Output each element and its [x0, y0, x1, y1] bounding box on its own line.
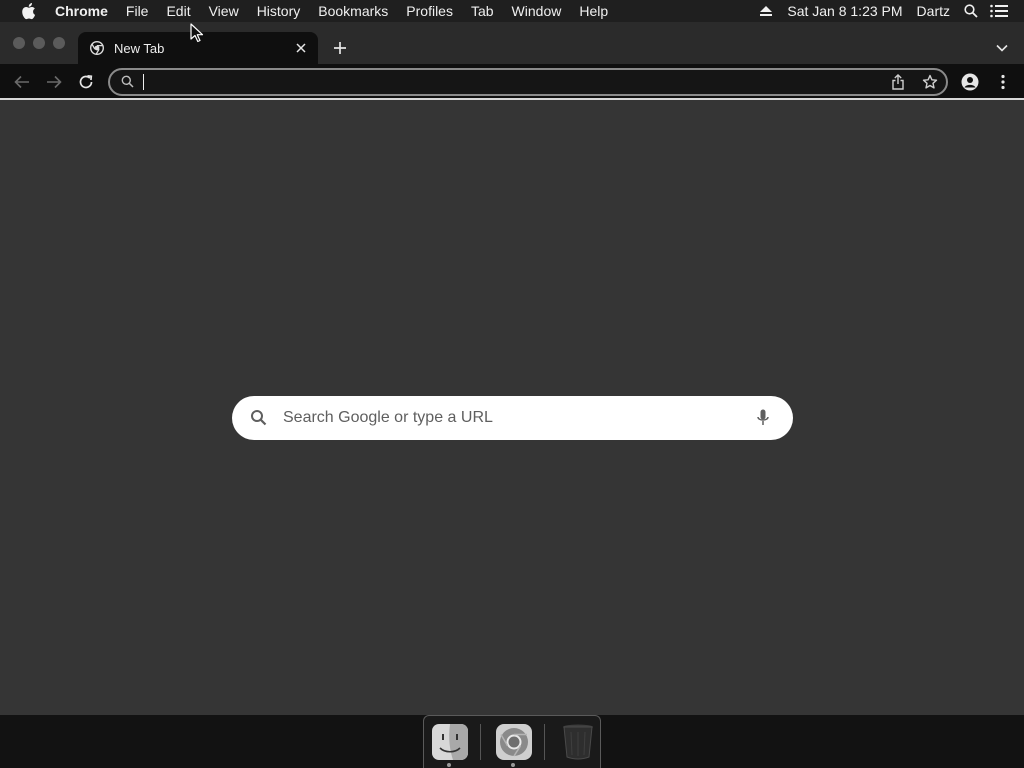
eject-icon[interactable]	[755, 0, 777, 22]
tab-title: New Tab	[114, 40, 165, 56]
chevron-down-icon[interactable]	[994, 40, 1010, 56]
window-minimize-button[interactable]	[33, 37, 45, 49]
search-placeholder: Search Google or type a URL	[283, 409, 493, 426]
tab-strip: New Tab	[0, 22, 1024, 64]
menubar-clock[interactable]: Sat Jan 8 1:23 PM	[780, 0, 909, 22]
close-icon[interactable]	[293, 40, 309, 56]
dock-separator	[544, 724, 545, 760]
text-cursor	[143, 74, 144, 90]
menu-edit[interactable]: Edit	[157, 0, 199, 22]
search-icon	[121, 75, 135, 89]
finder-icon	[432, 724, 468, 760]
new-tab-page: Search Google or type a URL	[0, 102, 1024, 715]
menubar-user[interactable]: Dartz	[910, 0, 957, 22]
menu-app-chrome[interactable]: Chrome	[46, 0, 117, 22]
apple-icon[interactable]	[19, 2, 37, 20]
window-zoom-button[interactable]	[53, 37, 65, 49]
window-close-button[interactable]	[13, 37, 25, 49]
menu-help[interactable]: Help	[570, 0, 617, 22]
macos-menu-bar: Chrome File Edit View History Bookmarks …	[0, 0, 1024, 22]
menu-view[interactable]: View	[200, 0, 248, 22]
back-arrow-icon[interactable]	[12, 72, 32, 92]
more-menu-icon[interactable]	[993, 72, 1013, 92]
chrome-window: New Tab Search Google or type a URL	[0, 22, 1024, 715]
search-icon	[250, 409, 268, 427]
macos-dock	[423, 715, 601, 768]
menu-tab[interactable]: Tab	[462, 0, 503, 22]
profile-icon[interactable]	[960, 72, 980, 92]
microphone-icon[interactable]	[754, 409, 772, 427]
chrome-icon	[90, 41, 104, 55]
spotlight-search-icon[interactable]	[960, 0, 982, 22]
trash-icon	[563, 724, 593, 760]
dock-google-chrome[interactable]	[495, 723, 533, 761]
dock-separator	[480, 724, 481, 760]
address-bar[interactable]	[108, 68, 948, 96]
menubar-status-area: Sat Jan 8 1:23 PM Dartz	[752, 0, 1024, 22]
menu-profiles[interactable]: Profiles	[397, 0, 462, 22]
dock-finder[interactable]	[431, 723, 469, 761]
star-icon[interactable]	[922, 74, 938, 90]
browser-toolbar	[0, 64, 1024, 100]
mouse-pointer-icon	[190, 23, 204, 43]
google-search-box[interactable]: Search Google or type a URL	[232, 396, 793, 440]
menu-file[interactable]: File	[117, 0, 158, 22]
new-tab-plus-icon[interactable]	[330, 38, 350, 58]
running-indicator	[447, 763, 451, 767]
share-icon[interactable]	[890, 74, 906, 90]
running-indicator	[511, 763, 515, 767]
notification-center-icon[interactable]	[988, 0, 1010, 22]
menu-history[interactable]: History	[248, 0, 310, 22]
forward-arrow-icon[interactable]	[44, 72, 64, 92]
dock-trash[interactable]	[559, 723, 597, 761]
menu-bookmarks[interactable]: Bookmarks	[309, 0, 397, 22]
chrome-app-icon	[496, 724, 532, 760]
menu-window[interactable]: Window	[503, 0, 571, 22]
reload-icon[interactable]	[76, 72, 96, 92]
